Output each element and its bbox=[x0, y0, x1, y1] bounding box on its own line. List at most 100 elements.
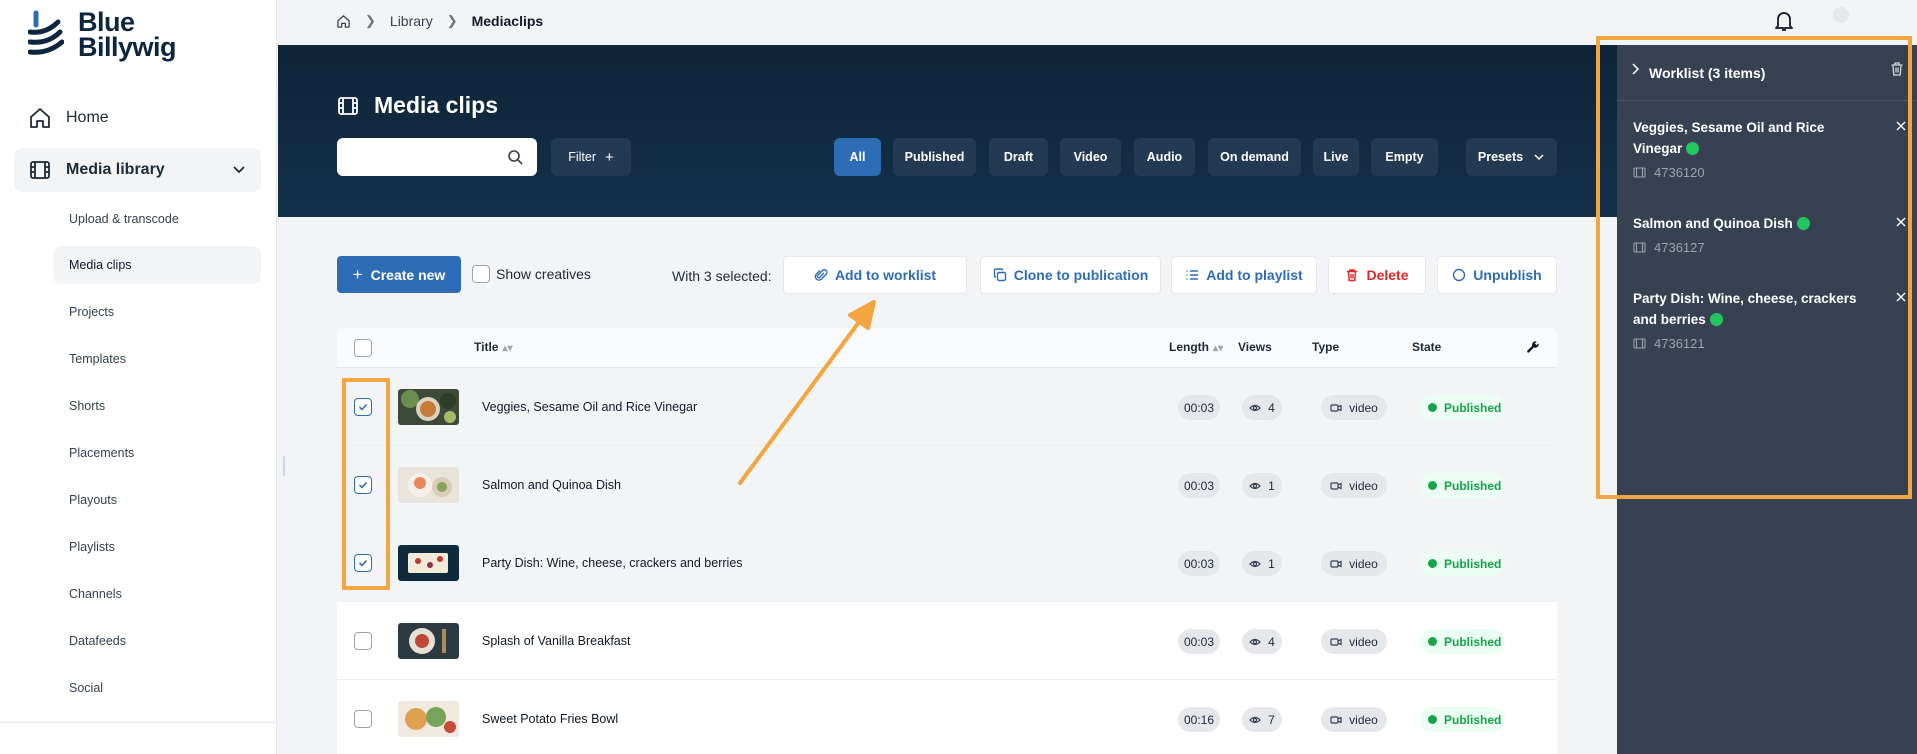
logo-mark-icon bbox=[28, 10, 64, 55]
show-creatives-label: Show creatives bbox=[496, 266, 591, 282]
chevron-down-icon bbox=[233, 166, 245, 174]
chip-empty[interactable]: Empty bbox=[1371, 138, 1438, 176]
chip-published[interactable]: Published bbox=[893, 138, 976, 176]
type-badge: video bbox=[1321, 551, 1387, 576]
chevron-down-icon bbox=[1534, 154, 1544, 161]
status-dot bbox=[1428, 403, 1437, 412]
sidebar-item-placements[interactable]: Placements bbox=[53, 434, 261, 472]
type-badge: video bbox=[1321, 707, 1387, 732]
worklist-header: Worklist (3 items) bbox=[1617, 45, 1917, 101]
presets-dropdown[interactable]: Presets bbox=[1466, 138, 1557, 176]
video-icon bbox=[1330, 403, 1342, 412]
row-checkbox[interactable] bbox=[354, 476, 372, 494]
table-row[interactable]: Sweet Potato Fries Bowl 00:16 7 video Pu… bbox=[337, 680, 1557, 754]
worklist-item[interactable]: Veggies, Sesame Oil and Rice Vinegar 473… bbox=[1633, 117, 1906, 180]
show-creatives-checkbox[interactable] bbox=[472, 265, 490, 283]
home-icon[interactable] bbox=[336, 14, 351, 29]
select-all-checkbox[interactable] bbox=[354, 339, 372, 357]
filter-button[interactable]: Filter + bbox=[551, 138, 631, 176]
unpublish-button[interactable]: Unpublish bbox=[1437, 256, 1557, 294]
column-length[interactable]: Length ▴▾ bbox=[1169, 340, 1223, 354]
selection-count: With 3 selected: bbox=[672, 268, 772, 284]
sidebar-item-media-clips[interactable]: Media clips bbox=[53, 246, 261, 284]
chip-audio[interactable]: Audio bbox=[1134, 138, 1195, 176]
chevron-right-icon[interactable] bbox=[1629, 62, 1641, 76]
status-badge: Published bbox=[1420, 629, 1505, 654]
row-checkbox[interactable] bbox=[354, 398, 372, 416]
worklist-item-name: Salmon and Quinoa Dish bbox=[1633, 216, 1793, 231]
table-row[interactable]: Splash of Vanilla Breakfast 00:03 4 vide… bbox=[337, 602, 1557, 680]
add-to-worklist-button[interactable]: Add to worklist bbox=[783, 256, 967, 294]
clip-title[interactable]: Party Dish: Wine, cheese, crackers and b… bbox=[482, 556, 743, 570]
chip-video[interactable]: Video bbox=[1060, 138, 1121, 176]
views-badge: 4 bbox=[1242, 629, 1282, 654]
clip-thumbnail[interactable] bbox=[398, 545, 459, 581]
sidebar-item-home[interactable]: Home bbox=[14, 97, 261, 139]
show-creatives-toggle: Show creatives bbox=[472, 265, 591, 283]
close-icon[interactable] bbox=[1896, 121, 1906, 131]
clip-title[interactable]: Sweet Potato Fries Bowl bbox=[482, 712, 618, 726]
clip-title[interactable]: Salmon and Quinoa Dish bbox=[482, 478, 621, 492]
sidebar-item-datafeeds[interactable]: Datafeeds bbox=[53, 622, 261, 660]
create-new-button[interactable]: + Create new bbox=[337, 256, 461, 293]
worklist-item-id: 4736121 bbox=[1654, 336, 1705, 351]
table-row[interactable]: Party Dish: Wine, cheese, crackers and b… bbox=[337, 524, 1557, 602]
clip-title[interactable]: Veggies, Sesame Oil and Rice Vinegar bbox=[482, 400, 697, 414]
sort-icon: ▴▾ bbox=[502, 343, 513, 354]
delete-button[interactable]: Delete bbox=[1328, 256, 1426, 294]
chip-all[interactable]: All bbox=[834, 138, 881, 176]
trash-icon[interactable] bbox=[1890, 61, 1904, 77]
sidebar-item-social[interactable]: Social bbox=[53, 669, 261, 707]
clip-thumbnail[interactable] bbox=[398, 701, 459, 737]
search-icon[interactable] bbox=[507, 149, 523, 165]
avatar[interactable] bbox=[1833, 7, 1849, 23]
views-badge: 1 bbox=[1242, 473, 1282, 498]
film-icon bbox=[1633, 338, 1646, 349]
sidebar-item-shorts[interactable]: Shorts bbox=[53, 387, 261, 425]
row-checkbox[interactable] bbox=[354, 632, 372, 650]
worklist-item[interactable]: Party Dish: Wine, cheese, crackers and b… bbox=[1633, 288, 1906, 351]
row-checkbox[interactable] bbox=[354, 710, 372, 728]
sidebar-item-upload-transcode[interactable]: Upload & transcode bbox=[53, 200, 261, 238]
status-dot bbox=[1428, 715, 1437, 724]
clip-thumbnail[interactable] bbox=[398, 623, 459, 659]
clip-title[interactable]: Splash of Vanilla Breakfast bbox=[482, 634, 630, 648]
status-badge: Published bbox=[1420, 707, 1505, 732]
status-badge: Published bbox=[1420, 551, 1505, 576]
sidebar-item-playouts[interactable]: Playouts bbox=[53, 481, 261, 519]
sidebar-item-projects[interactable]: Projects bbox=[53, 293, 261, 331]
sidebar-item-channels[interactable]: Channels bbox=[53, 575, 261, 613]
sidebar-item-media-library[interactable]: Media library bbox=[14, 148, 261, 192]
clone-to-publication-button[interactable]: Clone to publication bbox=[980, 256, 1161, 294]
sidebar-item-label: Home bbox=[66, 109, 109, 126]
brand-logo[interactable]: Blue Billywig bbox=[28, 9, 177, 61]
eye-icon bbox=[1249, 404, 1262, 411]
close-icon[interactable] bbox=[1896, 292, 1906, 302]
table-row[interactable]: Salmon and Quinoa Dish 00:03 1 video Pub… bbox=[337, 446, 1557, 524]
chip-draft[interactable]: Draft bbox=[989, 138, 1048, 176]
chip-on-demand[interactable]: On demand bbox=[1208, 138, 1301, 176]
wrench-icon[interactable] bbox=[1526, 340, 1540, 354]
chip-live[interactable]: Live bbox=[1313, 138, 1359, 176]
column-state: State bbox=[1412, 340, 1442, 354]
close-icon[interactable] bbox=[1896, 217, 1906, 227]
clip-thumbnail[interactable] bbox=[398, 389, 459, 425]
sidebar-item-playlists[interactable]: Playlists bbox=[53, 528, 261, 566]
sidebar-resize-handle[interactable] bbox=[283, 456, 285, 476]
presets-label: Presets bbox=[1477, 150, 1524, 164]
check-icon bbox=[358, 559, 368, 567]
worklist-item[interactable]: Salmon and Quinoa Dish 4736127 bbox=[1633, 213, 1906, 255]
length-badge: 00:03 bbox=[1178, 629, 1220, 654]
row-checkbox[interactable] bbox=[354, 554, 372, 572]
column-title[interactable]: Title ▴▾ bbox=[474, 340, 513, 354]
create-new-label: Create new bbox=[370, 266, 446, 283]
bell-icon[interactable] bbox=[1774, 10, 1794, 32]
status-dot bbox=[1428, 637, 1437, 646]
sidebar-item-templates[interactable]: Templates bbox=[53, 340, 261, 378]
add-to-playlist-button[interactable]: Add to playlist bbox=[1171, 256, 1317, 294]
trash-icon bbox=[1347, 269, 1358, 282]
search-input[interactable] bbox=[337, 138, 497, 176]
breadcrumb-library[interactable]: Library bbox=[390, 13, 433, 29]
table-row[interactable]: Veggies, Sesame Oil and Rice Vinegar 00:… bbox=[337, 368, 1557, 446]
clip-thumbnail[interactable] bbox=[398, 467, 459, 503]
